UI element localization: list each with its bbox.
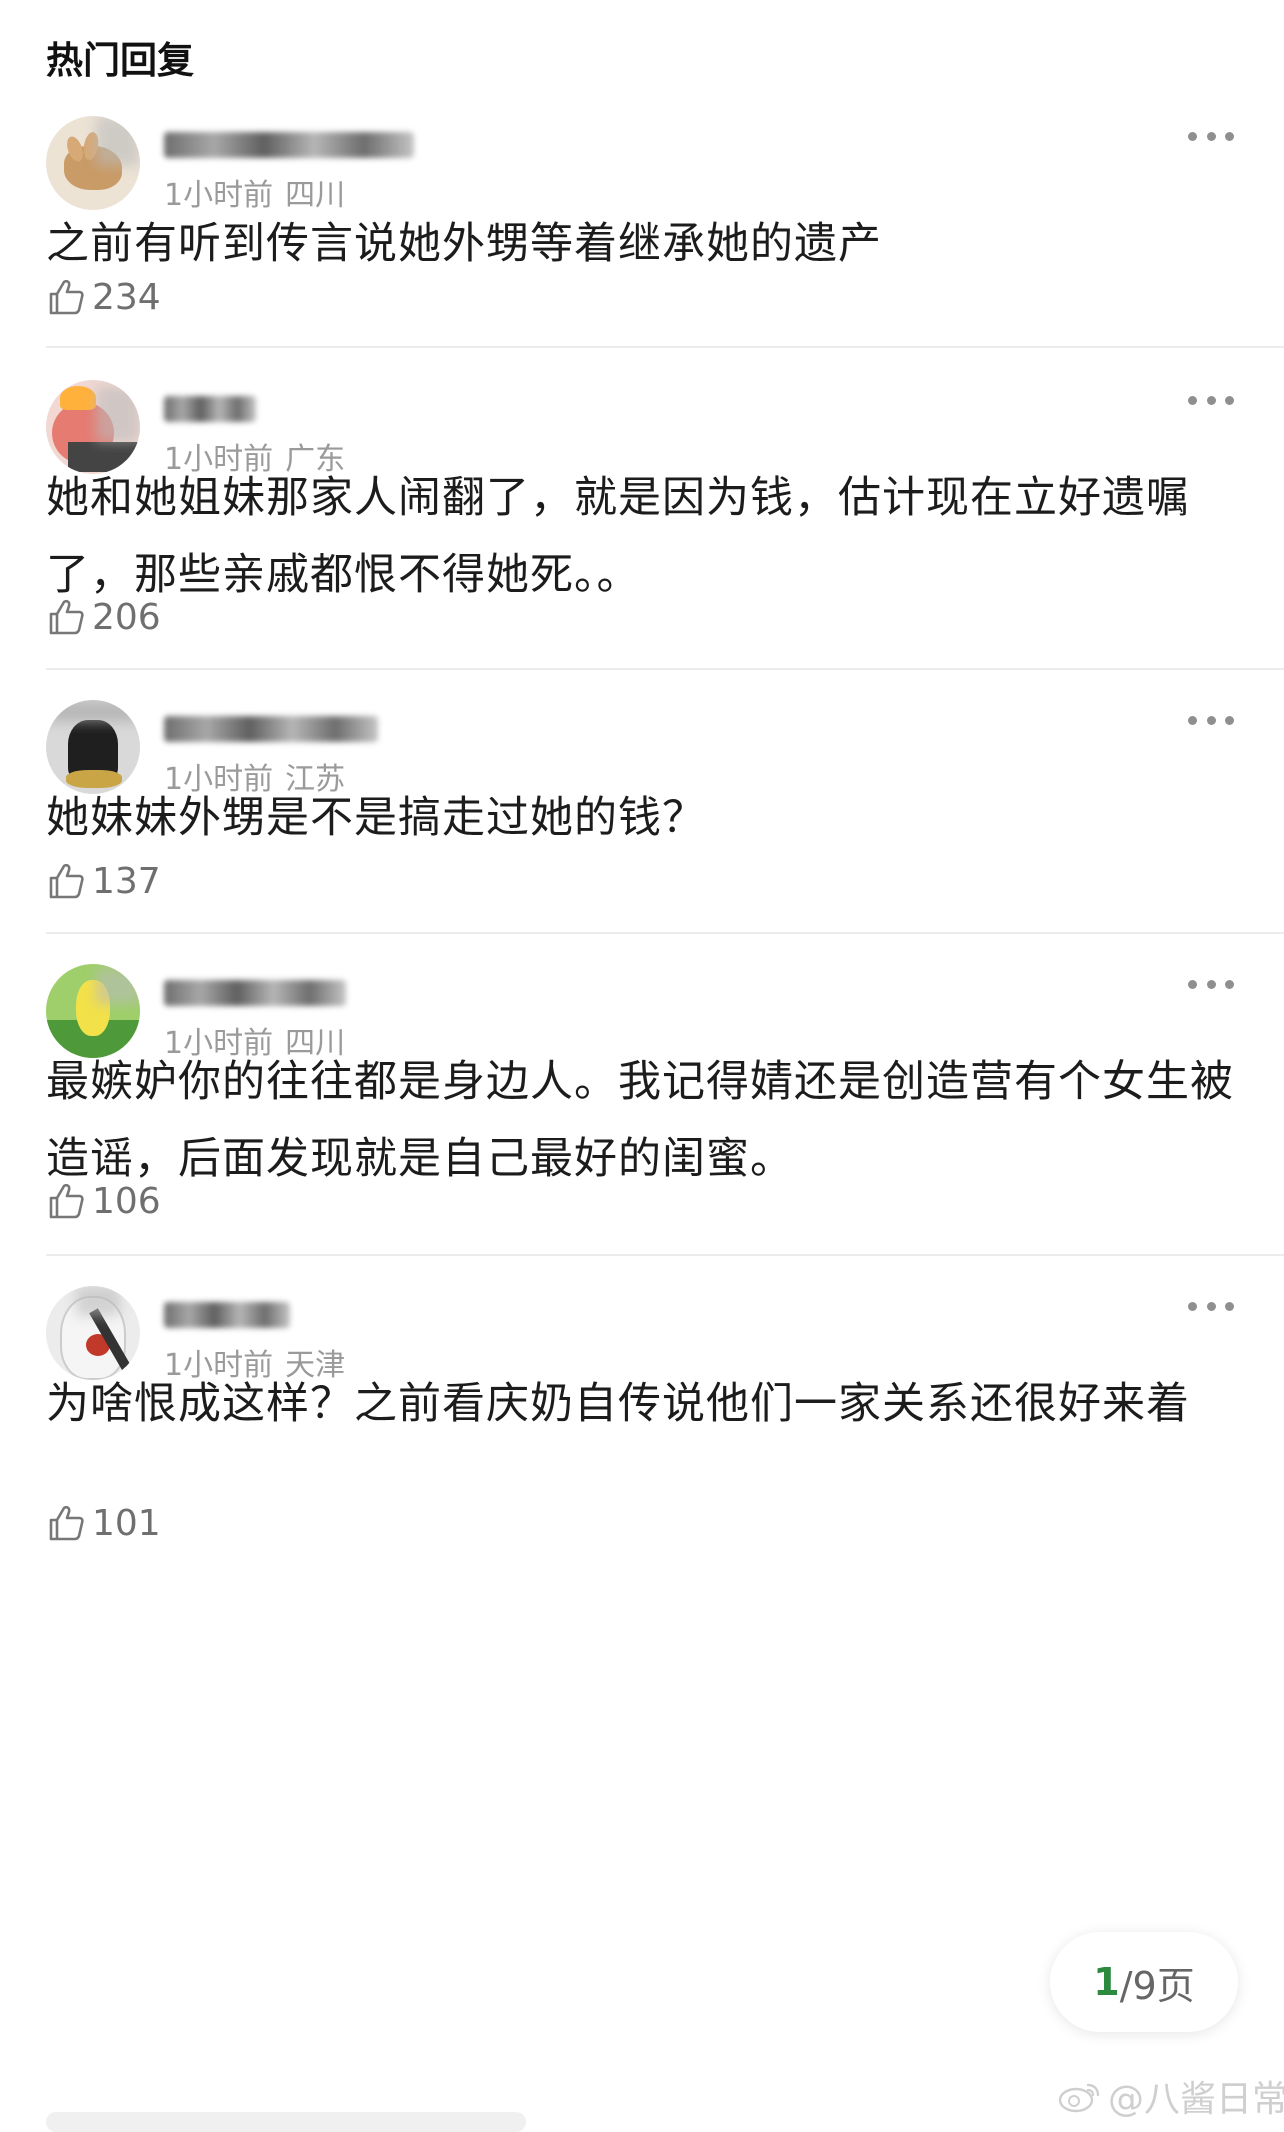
comment-item: 1小时前 江苏 她妹妹外甥是不是搞走过她的钱？ 137 bbox=[46, 700, 1284, 910]
comment-text: 之前有听到传言说她外甥等着继承她的遗产 bbox=[46, 219, 882, 269]
more-options-icon[interactable] bbox=[1188, 132, 1234, 144]
divider bbox=[46, 1254, 1284, 1256]
thumbs-up-icon bbox=[49, 279, 84, 315]
thumbs-up-icon bbox=[49, 599, 84, 635]
avatar[interactable] bbox=[46, 116, 140, 210]
comment-item: 1小时前 四川 最嫉妒你的往往都是身边人。我记得婧还是创造营有个女生被造谣，后面发… bbox=[46, 964, 1284, 1234]
like-button[interactable]: 206 bbox=[46, 592, 161, 642]
bottom-input-bar[interactable] bbox=[46, 2112, 526, 2132]
username-redacted[interactable] bbox=[164, 122, 464, 162]
username-redacted[interactable] bbox=[164, 1292, 464, 1332]
comment-item: 1小时前 天津 为啥恨成这样？之前看庆奶自传说他们一家关系还很好来着 101 bbox=[46, 1286, 1284, 1566]
current-page: 1 bbox=[1093, 1960, 1120, 2004]
username-redacted[interactable] bbox=[164, 706, 464, 746]
divider bbox=[46, 346, 1284, 348]
more-options-icon[interactable] bbox=[1188, 716, 1234, 728]
comment-item: 1小时前 广东 她和她姐妹那家人闹翻了，就是因为钱，估计现在立好遗嘱了，那些亲戚都… bbox=[46, 380, 1284, 650]
thumbs-up-icon bbox=[49, 1505, 84, 1541]
like-count: 206 bbox=[92, 596, 161, 638]
section-title: 热门回复 bbox=[46, 39, 194, 82]
like-button[interactable]: 106 bbox=[46, 1176, 161, 1226]
watermark: @八酱日常 bbox=[1058, 2070, 1284, 2122]
comment-item: 1小时前 四川 之前有听到传言说她外甥等着继承她的遗产 234 bbox=[46, 116, 1284, 326]
comments-page: 热门回复 1小时前 四川 之前有听到传言说她外甥等着继承她的遗产 234 1小时… bbox=[0, 0, 1284, 2132]
like-button[interactable]: 137 bbox=[46, 856, 161, 906]
like-count: 106 bbox=[92, 1180, 161, 1222]
more-options-icon[interactable] bbox=[1188, 980, 1234, 992]
watermark-text: @八酱日常 bbox=[1108, 2079, 1284, 2120]
thumbs-up-icon bbox=[49, 863, 84, 899]
thumbs-up-icon bbox=[49, 1183, 84, 1219]
username-redacted[interactable] bbox=[164, 970, 464, 1010]
comment-text: 她和她姐妹那家人闹翻了，就是因为钱，估计现在立好遗嘱了，那些亲戚都恨不得她死。。 bbox=[46, 473, 1190, 600]
total-pages: /9页 bbox=[1119, 1963, 1195, 2008]
username-redacted[interactable] bbox=[164, 386, 464, 426]
weibo-logo-icon bbox=[1058, 2083, 1100, 2113]
comment-text: 最嫉妒你的往往都是身边人。我记得婧还是创造营有个女生被造谣，后面发现就是自己最好… bbox=[46, 1057, 1234, 1184]
page-indicator-button[interactable]: 1/9页 bbox=[1050, 1932, 1238, 2032]
like-count: 101 bbox=[92, 1502, 161, 1544]
divider bbox=[46, 932, 1284, 934]
like-count: 234 bbox=[92, 276, 161, 318]
comment-text: 她妹妹外甥是不是搞走过她的钱？ bbox=[46, 793, 706, 843]
like-count: 137 bbox=[92, 860, 161, 902]
divider bbox=[46, 668, 1284, 670]
more-options-icon[interactable] bbox=[1188, 1302, 1234, 1314]
more-options-icon[interactable] bbox=[1188, 396, 1234, 408]
comment-text: 为啥恨成这样？之前看庆奶自传说他们一家关系还很好来着 bbox=[46, 1379, 1190, 1429]
like-button[interactable]: 234 bbox=[46, 272, 161, 322]
like-button[interactable]: 101 bbox=[46, 1498, 161, 1548]
